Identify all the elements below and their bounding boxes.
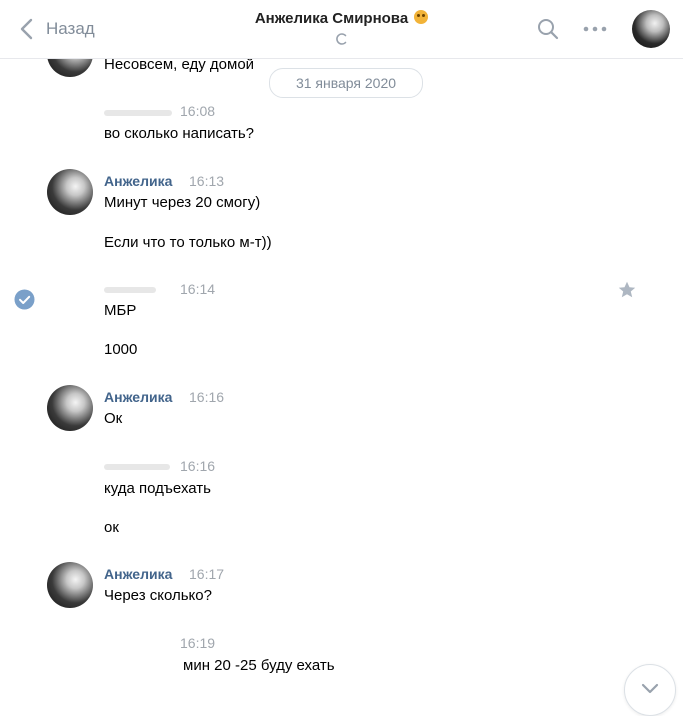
author-name-obscured	[104, 110, 172, 116]
message-text: 1000	[104, 341, 138, 358]
author-name[interactable]: Анжелика	[104, 566, 172, 582]
author-name-obscured	[104, 464, 170, 470]
scroll-down-button[interactable]	[624, 664, 676, 716]
author-name[interactable]: Анжелика	[104, 173, 172, 189]
chat-title[interactable]: Анжелика Смирнова	[0, 10, 683, 27]
message-text: Через сколько?	[104, 587, 212, 604]
message-time[interactable]: 16:19	[180, 635, 215, 651]
message-time[interactable]: 16:17	[189, 566, 224, 582]
chat-header: Назад Анжелика Смирнова	[0, 0, 683, 59]
connection-status	[0, 32, 683, 51]
message-time[interactable]: 16:16	[189, 389, 224, 405]
selected-check-icon[interactable]	[14, 289, 35, 310]
chat-title-text: Анжелика Смирнова	[254, 10, 409, 27]
avatar[interactable]	[47, 169, 93, 215]
star-icon[interactable]	[617, 280, 637, 300]
author-name[interactable]: Анжелика	[104, 389, 172, 405]
message-text: мин 20 -25 буду ехать	[183, 657, 335, 674]
message-text: Если что то только м-т))	[104, 234, 272, 251]
message-text: во сколько написать?	[104, 125, 255, 142]
message-text: МБР	[104, 302, 137, 319]
date-separator: 31 января 2020	[269, 68, 423, 98]
message-text: Минут через 20 смогу)	[104, 194, 261, 211]
avatar[interactable]	[47, 562, 93, 608]
author-name-obscured	[104, 287, 156, 293]
loading-icon	[335, 33, 346, 45]
search-icon[interactable]	[537, 18, 559, 40]
chevron-down-icon	[641, 683, 659, 694]
emoji-icon	[414, 10, 429, 24]
message-time[interactable]: 16:16	[180, 458, 215, 474]
message-text: Ок	[104, 410, 123, 427]
more-icon[interactable]	[582, 18, 608, 40]
message-time[interactable]: 16:08	[180, 103, 215, 119]
message-time[interactable]: 16:13	[189, 173, 224, 189]
message-time[interactable]: 16:14	[180, 281, 215, 297]
chat-avatar[interactable]	[632, 10, 670, 48]
avatar[interactable]	[47, 385, 93, 431]
message-text: куда подъехать	[104, 480, 211, 497]
message-text: ок	[104, 519, 119, 536]
